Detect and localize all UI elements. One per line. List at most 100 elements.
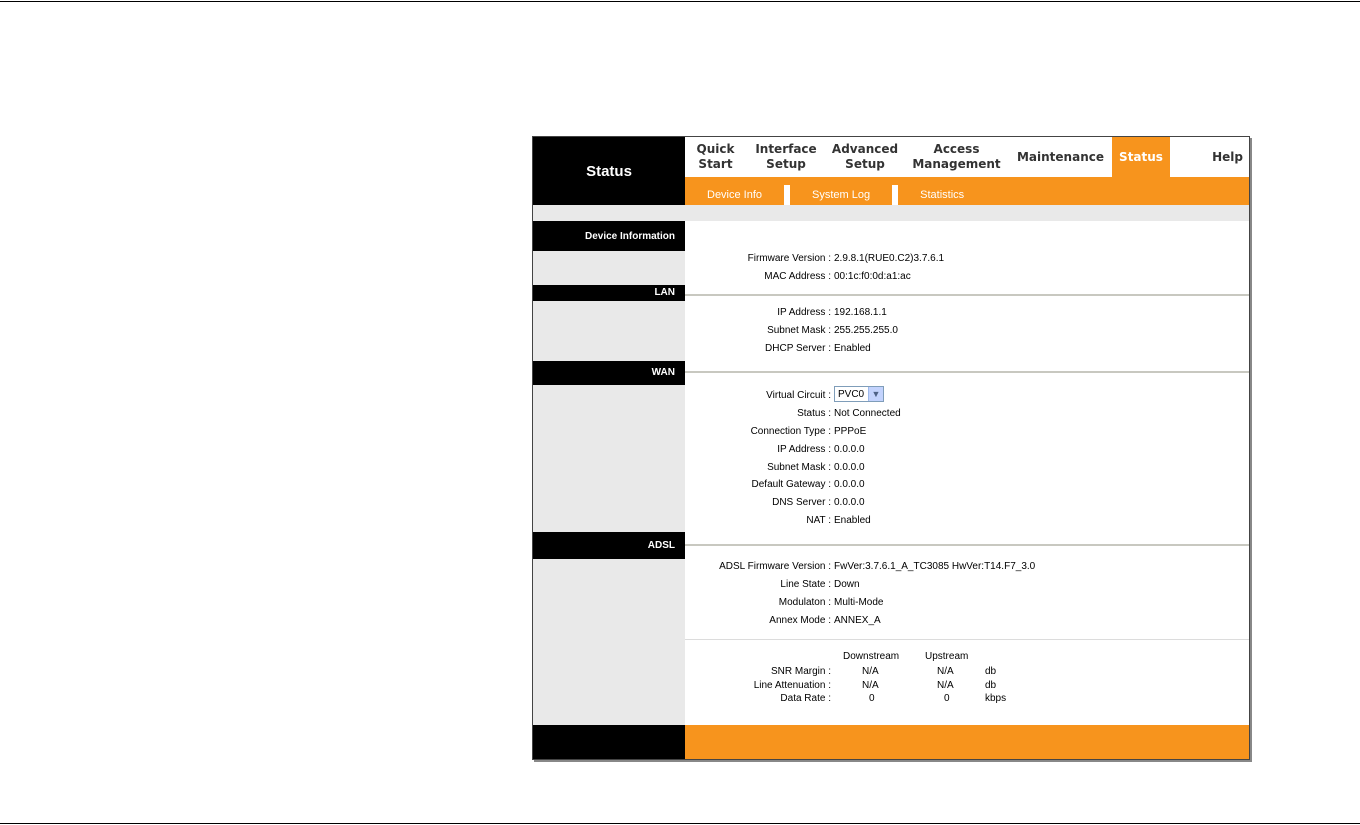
connection-type-value: PPPoE [834,426,867,437]
section-wan: WAN [533,361,685,385]
footer-bar [685,725,1249,759]
line-state-label: Line State : [780,579,831,590]
dns-row: DNS Server : 0.0.0.0 [685,496,1249,510]
dhcp-label: DHCP Server : [765,343,831,354]
divider [685,294,1249,296]
router-status-panel: Status Quick Start Interface Setup Advan… [532,136,1250,760]
lan-ip-value: 192.168.1.1 [834,307,887,318]
section-fill [533,385,685,532]
firmware-label: Firmware Version : [747,253,831,264]
mac-value: 00:1c:f0:0d:a1:ac [834,271,911,282]
lan-ip-row: IP Address : 192.168.1.1 [685,306,1249,320]
data-rate-up: 0 [944,693,950,704]
wan-status-label: Status : [797,408,831,419]
firmware-row: Firmware Version : 2.9.8.1(RUE0.C2)3.7.6… [685,252,1249,266]
section-fill [533,559,685,725]
attenuation-up: N/A [937,680,954,691]
section-device-information: Device Information [533,223,685,251]
nav-status[interactable]: Status [1112,137,1170,177]
snr-unit: db [985,666,997,677]
attenuation-label: Line Attenuation : [753,680,831,691]
chevron-down-icon[interactable]: ▼ [868,387,883,401]
lan-ip-label: IP Address : [777,307,831,318]
footer-left [533,725,685,759]
dns-label: DNS Server : [772,497,831,508]
modulation-row: Modulaton : Multi-Mode [685,596,1249,610]
nav-quick-start[interactable]: Quick Start [685,137,746,177]
modulation-label: Modulaton : [778,597,831,608]
sub-nav: Device Info System Log Statistics [685,177,1249,205]
section-fill [533,251,685,285]
divider [685,371,1249,373]
wan-ip-label: IP Address : [777,444,831,455]
col-upstream: Upstream [925,651,969,662]
snr-up: N/A [937,666,954,677]
subnav-device-info[interactable]: Device Info [685,185,791,205]
section-fill [533,301,685,363]
wan-mask-value: 0.0.0.0 [834,462,865,473]
page-title: Status [533,137,685,205]
annex-value: ANNEX_A [834,615,881,626]
main-nav: Quick Start Interface Setup Advanced Set… [685,137,1249,177]
wan-status-value: Not Connected [834,408,901,419]
nav-maintenance[interactable]: Maintenance [1009,137,1112,177]
subnav-system-log[interactable]: System Log [790,185,899,205]
adsl-firmware-value: FwVer:3.7.6.1_A_TC3085 HwVer:T14.F7_3.0 [834,561,1036,572]
header-spacer [533,205,1249,221]
page-bottom-rule [0,823,1360,824]
divider [685,544,1249,546]
gateway-value: 0.0.0.0 [834,479,865,490]
annex-label: Annex Mode : [769,615,831,626]
modulation-value: Multi-Mode [834,597,884,608]
gateway-row: Default Gateway : 0.0.0.0 [685,478,1249,492]
col-downstream: Downstream [843,651,900,662]
wan-ip-row: IP Address : 0.0.0.0 [685,443,1249,457]
wan-ip-value: 0.0.0.0 [834,444,865,455]
nat-label: NAT : [806,515,831,526]
dhcp-row: DHCP Server : Enabled [685,342,1249,356]
virtual-circuit-row: Virtual Circuit : PVC0 ▼ [685,386,1249,403]
nat-value: Enabled [834,515,871,526]
wan-mask-label: Subnet Mask : [767,462,831,473]
section-adsl: ADSL [533,532,685,559]
adsl-stats-table: Downstream Upstream SNR Margin : N/A N/A… [685,651,1249,711]
nat-row: NAT : Enabled [685,514,1249,528]
data-rate-label: Data Rate : [780,693,831,704]
firmware-value: 2.9.8.1(RUE0.C2)3.7.6.1 [834,253,945,264]
adsl-firmware-row: ADSL Firmware Version : FwVer:3.7.6.1_A_… [685,560,1249,574]
snr-down: N/A [862,666,879,677]
subnav-statistics[interactable]: Statistics [898,185,986,205]
gateway-label: Default Gateway : [751,479,831,490]
line-state-row: Line State : Down [685,578,1249,592]
page-top-rule [0,1,1360,2]
virtual-circuit-label: Virtual Circuit : [766,390,831,401]
nav-advanced-setup[interactable]: Advanced Setup [826,137,904,177]
connection-type-row: Connection Type : PPPoE [685,425,1249,439]
connection-type-label: Connection Type : [750,426,831,437]
divider [685,639,1249,640]
attenuation-down: N/A [862,680,879,691]
wan-mask-row: Subnet Mask : 0.0.0.0 [685,461,1249,475]
annex-row: Annex Mode : ANNEX_A [685,614,1249,628]
dhcp-value: Enabled [834,343,871,354]
mac-label: MAC Address : [764,271,831,282]
nav-interface-setup[interactable]: Interface Setup [746,137,826,177]
virtual-circuit-select[interactable]: PVC0 ▼ [834,386,884,402]
status-content: Firmware Version : 2.9.8.1(RUE0.C2)3.7.6… [685,221,1249,725]
nav-help[interactable]: Help [1170,137,1249,177]
snr-label: SNR Margin : [770,666,831,677]
lan-mask-row: Subnet Mask : 255.255.255.0 [685,324,1249,338]
dns-value: 0.0.0.0 [834,497,865,508]
data-rate-unit: kbps [985,693,1007,704]
line-state-value: Down [834,579,860,590]
adsl-firmware-label: ADSL Firmware Version : [719,561,831,572]
lan-mask-label: Subnet Mask : [767,325,831,336]
wan-status-row: Status : Not Connected [685,407,1249,421]
nav-access-management[interactable]: Access Management [904,137,1009,177]
mac-row: MAC Address : 00:1c:f0:0d:a1:ac [685,270,1249,284]
data-rate-down: 0 [869,693,875,704]
section-labels: Device Information LAN WAN ADSL [533,221,685,725]
lan-mask-value: 255.255.255.0 [834,325,898,336]
section-lan: LAN [533,285,685,301]
attenuation-unit: db [985,680,997,691]
